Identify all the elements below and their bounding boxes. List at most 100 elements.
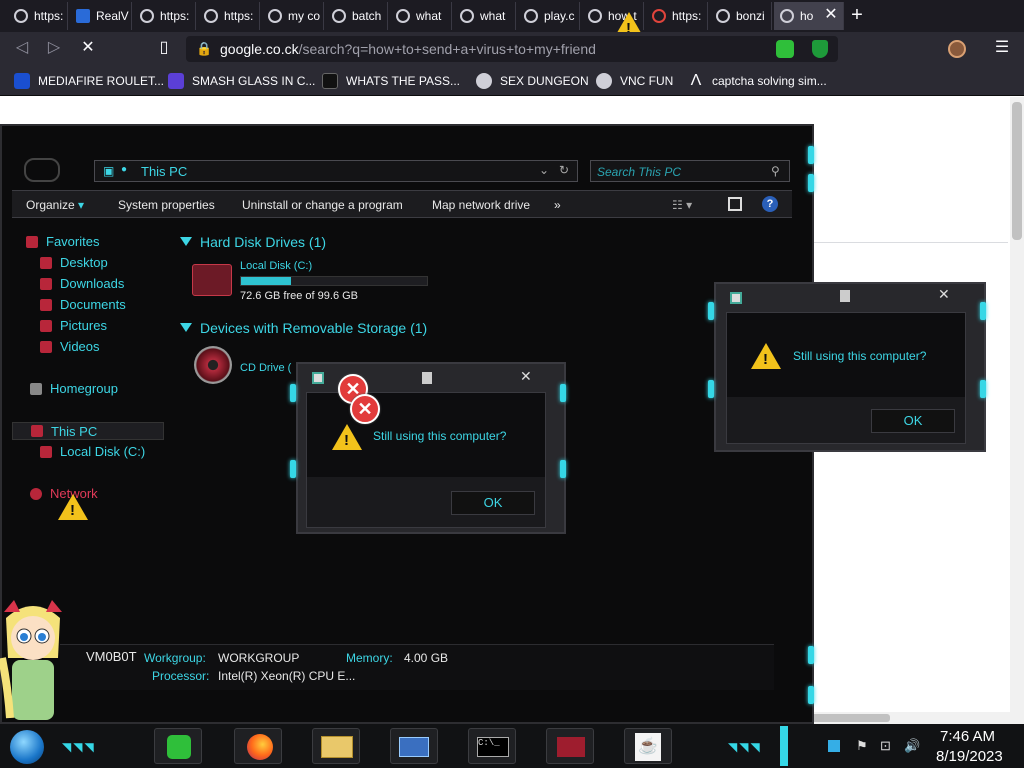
window-icon	[312, 372, 324, 384]
gear-icon	[476, 73, 492, 89]
system-properties-button[interactable]: System properties	[118, 198, 215, 212]
nav-item-pictures[interactable]: Pictures	[40, 318, 107, 333]
clock-time[interactable]: 7:46 AM	[940, 728, 995, 745]
globe-icon	[716, 9, 730, 23]
bookmark-icon[interactable]: ▯	[154, 38, 174, 58]
nav-item-desktop[interactable]: Desktop	[40, 255, 108, 270]
browser-tab[interactable]: https:	[134, 2, 196, 30]
globe-icon	[524, 9, 538, 23]
url-bar[interactable]: 🔒 google.co.ck/search?q=how+to+send+a+vi…	[186, 36, 838, 62]
taskbar-cmd-icon[interactable]: C:\_	[468, 728, 516, 764]
taskbar-firefox-icon[interactable]	[234, 728, 282, 764]
taskbar-computer-icon[interactable]	[546, 728, 594, 764]
bookmark-item[interactable]: SEX DUNGEON	[476, 72, 589, 90]
tray-app-icon[interactable]	[828, 740, 840, 752]
browser-tab[interactable]: what	[454, 2, 516, 30]
volume-icon[interactable]: 🔊	[904, 738, 920, 754]
uninstall-program-button[interactable]: Uninstall or change a program	[242, 198, 403, 212]
browser-tab[interactable]: https:	[8, 2, 68, 30]
avatar[interactable]	[948, 40, 966, 58]
cartoon-character-image	[0, 600, 62, 720]
cd-drive-name[interactable]: CD Drive (	[240, 362, 291, 374]
browser-tab[interactable]: batch	[326, 2, 388, 30]
clock-date[interactable]: 8/19/2023	[936, 748, 1003, 765]
hard-drive-icon[interactable]	[192, 264, 232, 296]
preview-pane-icon[interactable]	[728, 197, 742, 211]
pictures-icon	[40, 319, 52, 332]
java-icon: ☕	[635, 733, 661, 761]
nav-item-homegroup[interactable]: Homegroup	[30, 381, 118, 396]
error-icon: ✕	[350, 394, 380, 424]
window-frame-notch	[808, 174, 814, 192]
bookmark-item[interactable]: VNC FUN	[596, 72, 673, 90]
title-bar-grip[interactable]	[422, 372, 432, 384]
page-scrollbar-thumb[interactable]	[1012, 102, 1022, 240]
memory-label: Memory:	[346, 651, 393, 665]
browser-tab[interactable]: what	[390, 2, 452, 30]
disk-usage-bar	[240, 276, 428, 286]
chevron-down-icon[interactable]: ⌄	[539, 163, 549, 177]
realvnc-icon	[76, 9, 90, 23]
close-icon[interactable]: ✕	[938, 286, 950, 303]
organize-button[interactable]: Organize ▾	[26, 198, 84, 212]
disk-name[interactable]: Local Disk (C:)	[240, 260, 312, 272]
network-status-icon[interactable]: ⊡	[880, 738, 891, 754]
stop-loading-icon[interactable]: ✕	[78, 38, 98, 58]
taskbar-osk-icon[interactable]	[390, 728, 438, 764]
nav-item-favorites[interactable]: Favorites	[26, 234, 99, 249]
taskbar-java-icon[interactable]: ☕	[624, 728, 672, 764]
more-button[interactable]: »	[554, 198, 561, 212]
bookmark-item[interactable]: MEDIAFIRE ROULET...	[14, 72, 164, 90]
nav-item-this-pc[interactable]: This PC	[12, 422, 164, 440]
browser-tab[interactable]: play.c	[518, 2, 580, 30]
map-network-drive-button[interactable]: Map network drive	[432, 198, 530, 212]
refresh-icon[interactable]: ↻	[559, 163, 569, 177]
taskbar-explorer-icon[interactable]	[312, 728, 360, 764]
chevron-down-icon	[180, 323, 192, 333]
disk-free-space: 72.6 GB free of 99.6 GB	[240, 290, 359, 302]
taskbar-decoration: ◥◥◥	[728, 740, 762, 754]
close-icon[interactable]: ✕	[520, 368, 532, 385]
ok-button[interactable]: OK	[451, 491, 535, 515]
browser-tab[interactable]: RealV	[70, 2, 132, 30]
browser-tab-bar: https: RealV https: https: my co batch w…	[0, 0, 1024, 32]
workgroup-label: Workgroup:	[144, 651, 206, 665]
help-icon[interactable]: ?	[762, 196, 778, 212]
close-tab-icon[interactable]: ✕	[822, 6, 840, 24]
search-input[interactable]: Search This PC ⚲	[590, 160, 790, 182]
computer-icon	[557, 737, 585, 757]
browser-tab[interactable]: https:	[646, 2, 708, 30]
processor-value: Intel(R) Xeon(R) CPU E...	[218, 669, 356, 683]
group-hard-disk-drives[interactable]: Hard Disk Drives (1)	[180, 234, 326, 250]
group-removable-storage[interactable]: Devices with Removable Storage (1)	[180, 320, 427, 336]
title-bar-grip[interactable]	[840, 290, 850, 302]
cd-drive-icon[interactable]	[194, 346, 232, 384]
shield-icon[interactable]	[812, 40, 828, 58]
browser-tab[interactable]: https:	[198, 2, 260, 30]
bookmark-item[interactable]: SMASH GLASS IN C...	[168, 72, 315, 90]
new-tab-button[interactable]: +	[846, 4, 868, 26]
menu-icon[interactable]: ☰	[992, 38, 1012, 58]
nav-item-documents[interactable]: Documents	[40, 297, 126, 312]
start-button[interactable]	[10, 730, 44, 764]
back-forward-button[interactable]	[24, 158, 60, 182]
nav-item-videos[interactable]: Videos	[40, 339, 100, 354]
nav-item-local-disk[interactable]: Local Disk (C:)	[40, 444, 145, 459]
browser-tab[interactable]: bonzi	[710, 2, 772, 30]
extension-icon[interactable]	[776, 40, 794, 58]
taskbar-spotify-icon[interactable]	[154, 728, 202, 764]
browser-tab[interactable]: my co	[262, 2, 324, 30]
nav-item-downloads[interactable]: Downloads	[40, 276, 124, 291]
disk-usage-fill	[241, 277, 292, 285]
ok-button[interactable]: OK	[871, 409, 955, 433]
address-bar[interactable]: ▣ ● This PC ⌄ ↻	[94, 160, 578, 182]
back-arrow-icon[interactable]: ◁	[12, 38, 32, 58]
view-options-icon[interactable]: ☷ ▾	[672, 198, 692, 212]
action-center-icon[interactable]: ⚑	[856, 738, 868, 754]
window-frame-notch	[980, 302, 986, 320]
keyboard-icon	[399, 737, 429, 757]
forward-arrow-icon[interactable]: ▷	[44, 38, 64, 58]
dialog-message: Still using this computer?	[373, 429, 507, 443]
bookmark-item[interactable]: WHATS THE PASS...	[322, 72, 460, 90]
bookmark-item[interactable]: Λcaptcha solving sim...	[688, 72, 827, 90]
